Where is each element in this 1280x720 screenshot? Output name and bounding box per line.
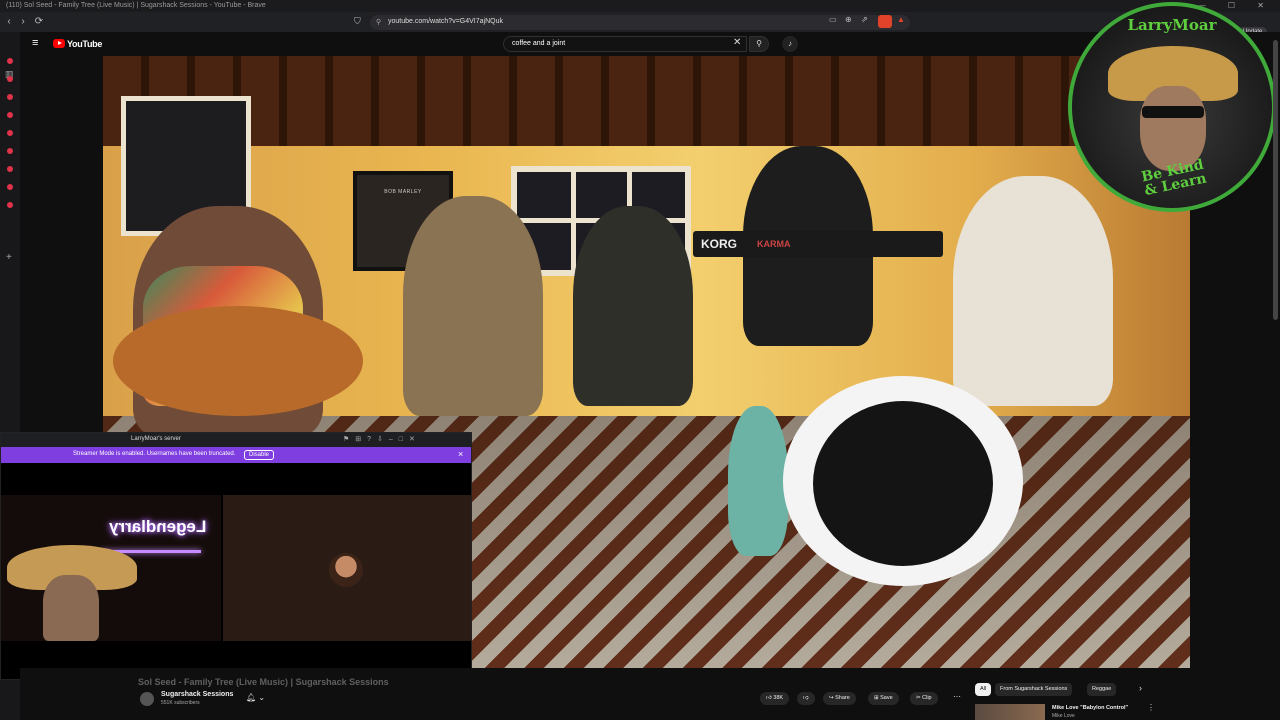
sidebar-item-icon[interactable] — [7, 58, 13, 64]
url-text: youtube.com/watch?v=G4VI7ajNQuk — [388, 18, 503, 25]
keyboard-brand-label: KORG — [701, 237, 737, 251]
dislike-button[interactable]: 👎︎ — [797, 692, 815, 705]
webcam-person — [43, 575, 99, 641]
browser-title-bar: (110) Sol Seed - Family Tree (Live Music… — [0, 0, 1280, 12]
youtube-wordmark[interactable]: YouTube — [67, 39, 102, 49]
sidebar-item-icon[interactable] — [7, 76, 13, 82]
reload-icon[interactable]: ⟳ — [32, 15, 46, 29]
chip-from-channel[interactable]: From Sugarshack Sessions — [995, 683, 1073, 696]
more-actions-icon[interactable]: ⋯ — [953, 692, 961, 701]
notification-bell-icon[interactable]: 🔔︎ ⌄ — [246, 693, 265, 702]
clip-button[interactable]: ✂ Clip — [910, 692, 938, 705]
hamburger-menu-icon[interactable]: ≡ — [32, 37, 38, 49]
neon-sign: Legendlarry — [109, 517, 207, 536]
sidebar-item-icon[interactable] — [7, 202, 13, 208]
microphone-icon: ♪ — [788, 39, 792, 48]
video-scene-ceiling — [103, 56, 1190, 146]
search-icon: ⚲ — [756, 39, 762, 48]
cast-icon[interactable]: ▭ — [829, 15, 837, 24]
brave-rewards-icon[interactable]: ▲ — [897, 15, 905, 24]
sidebar-item-icon[interactable] — [7, 184, 13, 190]
window-title: (110) Sol Seed - Family Tree (Live Music… — [6, 2, 266, 9]
sidebar-item-icon[interactable] — [7, 112, 13, 118]
brave-shield-icon[interactable] — [878, 15, 892, 28]
chevron-right-icon[interactable]: › — [1139, 683, 1142, 693]
sidebar-item-icon[interactable] — [7, 94, 13, 100]
share-icon[interactable]: ⇗ — [861, 15, 868, 24]
participant-avatar — [329, 553, 363, 587]
voice-chat-titlebar[interactable]: LarryMoar's server ⚑⊞?⇩–□✕ — [1, 433, 471, 447]
recommendation-thumbnail[interactable] — [975, 704, 1045, 720]
voice-search-button[interactable]: ♪ — [782, 36, 798, 52]
zoom-icon[interactable]: ⊕ — [845, 15, 852, 24]
search-input[interactable]: coffee and a joint — [503, 36, 747, 52]
more-options-icon[interactable]: ⋮ — [1147, 703, 1155, 712]
bookmark-icon[interactable]: ⛉ — [354, 16, 361, 27]
youtube-logo-icon[interactable] — [53, 39, 65, 48]
disable-streamer-mode-button[interactable]: Disable — [244, 450, 275, 460]
channel-name[interactable]: Sugarshack Sessions — [161, 691, 233, 698]
server-name: LarryMoar's server — [131, 436, 181, 442]
sidebar-add-icon[interactable]: + — [6, 252, 12, 263]
recommendation-title[interactable]: Mike Love "Babylon Control" — [1052, 705, 1128, 711]
subscriber-count: 551K subscribers — [161, 700, 200, 706]
streamer-mode-text: Streamer Mode is enabled. Usernames have… — [73, 451, 236, 457]
thumbs-down-icon: 👎︎ — [803, 695, 809, 701]
sunglasses — [1142, 106, 1204, 118]
site-info-icon[interactable]: ⚲ — [376, 18, 381, 26]
sidebar-item-icon[interactable] — [7, 148, 13, 154]
gnome-statue — [728, 406, 788, 556]
save-button[interactable]: ⊞ Save — [868, 692, 899, 705]
sidebar-item-icon[interactable] — [7, 166, 13, 172]
clear-search-icon[interactable]: ✕ — [733, 37, 741, 48]
chip-all[interactable]: All — [975, 683, 992, 696]
sidebar-item-icon[interactable] — [7, 130, 13, 136]
voice-chat-window[interactable]: LarryMoar's server ⚑⊞?⇩–□✕ Streamer Mode… — [0, 432, 472, 680]
streamer-avatar-overlay: LarryMoar Be Kind & Learn — [1068, 2, 1276, 212]
poster-text: BOB MARLEY — [384, 189, 422, 195]
keyboard-model-label: KARMA — [757, 239, 791, 249]
recommendation-channel: Mike Love — [1052, 713, 1075, 719]
back-icon[interactable]: ‹ — [2, 15, 16, 29]
guitarist-figure — [403, 196, 543, 416]
channel-avatar[interactable] — [140, 692, 154, 706]
share-button[interactable]: ↪ Share — [823, 692, 856, 705]
bassist-figure — [573, 206, 693, 406]
page-scrollbar[interactable] — [1273, 40, 1278, 320]
bass-drum-head — [813, 401, 993, 566]
acoustic-guitar — [113, 306, 363, 416]
avatar-top-text: LarryMoar — [1127, 16, 1217, 34]
forward-icon[interactable]: › — [16, 15, 30, 29]
participant-tile[interactable] — [223, 495, 471, 641]
drummer-figure — [953, 176, 1113, 406]
search-button[interactable]: ⚲ — [749, 36, 769, 52]
voice-chat-controls[interactable]: ⚑⊞?⇩–□✕ — [343, 435, 421, 443]
video-title: Sol Seed - Family Tree (Live Music) | Su… — [138, 677, 389, 687]
participant-video-tile[interactable]: Legendlarry — [1, 495, 221, 641]
close-banner-icon[interactable]: × — [458, 449, 463, 459]
chip-reggae[interactable]: Reggae — [1087, 683, 1117, 696]
streamer-mode-banner: Streamer Mode is enabled. Usernames have… — [1, 447, 471, 463]
like-button[interactable]: 👍︎ 38K — [760, 692, 790, 705]
